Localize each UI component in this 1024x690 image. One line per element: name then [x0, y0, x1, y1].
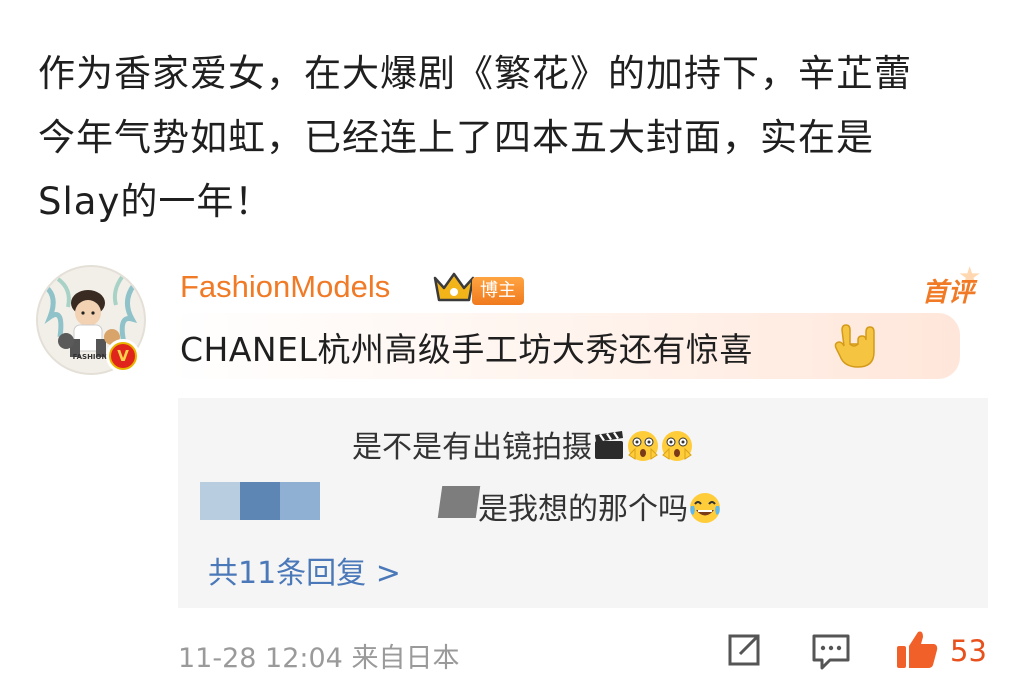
post-line-3: Slay的一年！ [38, 180, 273, 223]
reply-text: 是我想的那个吗 [478, 492, 688, 527]
reply-item[interactable]: 是我想的那个吗 [478, 484, 722, 528]
post-text: 作为香家爱女，在大爆剧《繁花》的加持下，辛芷蕾 今年气势如虹，已经连上了四本五大… [38, 42, 998, 234]
comment-meta: 11-28 12:04 来自日本 [178, 636, 459, 675]
comment-username[interactable]: FashionModels [180, 269, 390, 305]
reply-author-redacted [280, 482, 320, 520]
reply-author-redacted [240, 482, 280, 520]
reply-text: 是不是有出镜拍摄 [352, 430, 592, 465]
astonished-emoji-icon [662, 431, 692, 461]
first-comment-label: 首评 [922, 278, 975, 308]
post-line-1: 作为香家爱女，在大爆剧《繁花》的加持下，辛芷蕾 [38, 52, 912, 95]
crown-icon [433, 272, 475, 302]
comment-text: CHANEL杭州高级手工坊大秀还有惊喜 [180, 330, 753, 369]
reply-item[interactable]: 是不是有出镜拍摄 [352, 422, 694, 466]
comment-timestamp: 11-28 12:04 [178, 643, 343, 674]
avatar-logo-text: FASHION [73, 353, 108, 361]
verified-badge-icon: V [106, 339, 140, 373]
comment-icon[interactable] [810, 630, 852, 672]
tears-of-joy-emoji-icon [690, 493, 720, 523]
comment-source: 来自日本 [351, 643, 460, 674]
like-count: 53 [950, 634, 987, 668]
clapperboard-icon [595, 431, 623, 459]
reply-author-redacted [200, 482, 240, 520]
like-thumbs-up-icon[interactable] [894, 628, 940, 672]
role-tag: 博主 [472, 277, 524, 305]
rock-hand-emoji-icon [834, 324, 875, 368]
post-line-2: 今年气势如虹，已经连上了四本五大封面，实在是 [38, 116, 874, 159]
share-icon[interactable] [724, 630, 764, 670]
astonished-emoji-icon [628, 431, 658, 461]
reply-author-redacted [437, 486, 481, 518]
reply-author-redacted [208, 424, 348, 464]
more-replies-link[interactable]: 共11条回复 > [208, 548, 401, 592]
